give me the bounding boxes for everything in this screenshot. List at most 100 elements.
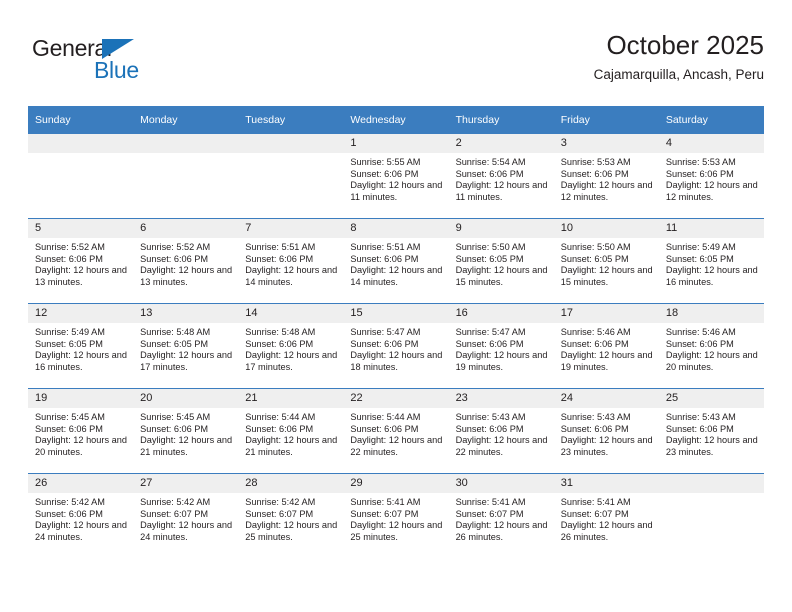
sunrise-text: Sunrise: 5:52 AM: [140, 242, 211, 252]
sunset-text: Sunset: 6:07 PM: [560, 508, 629, 519]
calendar-week-row: 19 Sunrise: 5:45 AM Sunset: 6:06 PM Dayligh…: [28, 388, 764, 474]
sunset-text: Sunset: 6:06 PM: [350, 423, 419, 434]
day-cell-inner: 8 Sunrise: 5:51 AM Sunset: 6:06 PM Daylight…: [343, 219, 449, 303]
calendar-day-cell[interactable]: 9 Sunrise: 5:50 AM Sunset: 6:05 PM Daylight…: [448, 218, 554, 304]
calendar-day-cell[interactable]: 5 Sunrise: 5:52 AM Sunset: 6:06 PM Daylight…: [28, 218, 134, 304]
day-cell-inner: 19 Sunrise: 5:45 AM Sunset: 6:06 PM Dayligh…: [28, 389, 134, 473]
sunset-text: Sunset: 6:07 PM: [140, 508, 209, 519]
calendar-day-cell[interactable]: 30 Sunrise: 5:41 AM Sunset: 6:07 PM Dayligh…: [448, 473, 554, 558]
sunrise-text: Sunrise: 5:45 AM: [140, 412, 211, 422]
sunset-text: Sunset: 6:06 PM: [560, 423, 629, 434]
calendar-day-cell[interactable]: 13 Sunrise: 5:48 AM Sunset: 6:05 PM Dayligh…: [133, 303, 239, 389]
day-number: 1: [343, 134, 449, 153]
day-number: 16: [448, 304, 554, 323]
day-details: Sunrise: 5:43 AM Sunset: 6:06 PM Daylight:…: [554, 408, 659, 458]
sunrise-text: Sunrise: 5:43 AM: [665, 412, 736, 422]
brand-name-blue: Blue: [94, 57, 139, 83]
calendar-day-cell[interactable]: 10 Sunrise: 5:50 AM Sunset: 6:05 PM Dayligh…: [553, 218, 659, 304]
calendar-day-cell[interactable]: 23 Sunrise: 5:43 AM Sunset: 6:06 PM Dayligh…: [448, 388, 554, 474]
day-details: Sunrise: 5:51 AM Sunset: 6:06 PM Daylight:…: [343, 238, 448, 288]
daylight-text: Daylight: 12 hours and 12 minutes.: [560, 180, 653, 202]
calendar-day-cell[interactable]: 3 Sunrise: 5:53 AM Sunset: 6:06 PM Daylight…: [553, 134, 659, 219]
day-number: 11: [658, 219, 764, 238]
sunset-text: Sunset: 6:06 PM: [665, 338, 734, 349]
day-details: Sunrise: 5:44 AM Sunset: 6:06 PM Daylight:…: [343, 408, 448, 458]
calendar-day-cell[interactable]: 2 Sunrise: 5:54 AM Sunset: 6:06 PM Daylight…: [448, 134, 554, 219]
day-details: Sunrise: 5:52 AM Sunset: 6:06 PM Daylight:…: [133, 238, 238, 288]
weekday-header-wednesday: Wednesday: [343, 106, 449, 134]
sunset-text: Sunset: 6:06 PM: [455, 168, 524, 179]
day-number: 23: [448, 389, 554, 408]
calendar-day-cell[interactable]: 22 Sunrise: 5:44 AM Sunset: 6:06 PM Dayligh…: [343, 388, 449, 474]
sunrise-text: Sunrise: 5:53 AM: [560, 157, 631, 167]
daylight-text: Daylight: 12 hours and 25 minutes.: [245, 520, 338, 542]
title-block: October 2025 Cajamarquilla, Ancash, Peru: [594, 28, 764, 86]
calendar-day-cell[interactable]: 1 Sunrise: 5:55 AM Sunset: 6:06 PM Daylight…: [343, 134, 449, 219]
day-cell-inner: 25 Sunrise: 5:43 AM Sunset: 6:06 PM Dayligh…: [658, 389, 764, 473]
day-number: 31: [553, 474, 659, 493]
weekday-header-tuesday: Tuesday: [238, 106, 344, 134]
day-cell-inner: 23 Sunrise: 5:43 AM Sunset: 6:06 PM Dayligh…: [448, 389, 554, 473]
day-details: Sunrise: 5:50 AM Sunset: 6:05 PM Daylight:…: [554, 238, 659, 288]
calendar-day-cell[interactable]: 15 Sunrise: 5:47 AM Sunset: 6:06 PM Dayligh…: [343, 303, 449, 389]
day-cell-inner: 14 Sunrise: 5:48 AM Sunset: 6:06 PM Dayligh…: [238, 304, 344, 388]
daylight-text: Daylight: 12 hours and 24 minutes.: [140, 520, 233, 542]
calendar-day-cell[interactable]: 16 Sunrise: 5:47 AM Sunset: 6:06 PM Dayligh…: [448, 303, 554, 389]
calendar-day-cell[interactable]: 20 Sunrise: 5:45 AM Sunset: 6:06 PM Dayligh…: [133, 388, 239, 474]
day-number: 29: [343, 474, 449, 493]
calendar-day-cell[interactable]: 19 Sunrise: 5:45 AM Sunset: 6:06 PM Dayligh…: [28, 388, 134, 474]
daylight-text: Daylight: 12 hours and 20 minutes.: [665, 350, 758, 372]
day-cell-inner: 3 Sunrise: 5:53 AM Sunset: 6:06 PM Daylight…: [553, 134, 659, 218]
calendar-day-cell[interactable]: 12 Sunrise: 5:49 AM Sunset: 6:05 PM Dayligh…: [28, 303, 134, 389]
day-cell-inner: 18 Sunrise: 5:46 AM Sunset: 6:06 PM Dayligh…: [658, 304, 764, 388]
sunrise-text: Sunrise: 5:55 AM: [350, 157, 421, 167]
daylight-text: Daylight: 12 hours and 16 minutes.: [35, 350, 127, 372]
day-details: Sunrise: 5:51 AM Sunset: 6:06 PM Daylight:…: [238, 238, 343, 288]
daylight-text: Daylight: 12 hours and 18 minutes.: [350, 350, 443, 372]
sunset-text: Sunset: 6:06 PM: [350, 338, 419, 349]
day-number: 3: [553, 134, 659, 153]
calendar-day-cell[interactable]: 29 Sunrise: 5:41 AM Sunset: 6:07 PM Dayligh…: [343, 473, 449, 558]
calendar-cell-empty: [133, 134, 239, 219]
daylight-text: Daylight: 12 hours and 17 minutes.: [245, 350, 338, 372]
day-details: Sunrise: 5:41 AM Sunset: 6:07 PM Daylight:…: [449, 493, 554, 543]
calendar-day-cell[interactable]: 8 Sunrise: 5:51 AM Sunset: 6:06 PM Daylight…: [343, 218, 449, 304]
calendar-day-cell[interactable]: 6 Sunrise: 5:52 AM Sunset: 6:06 PM Daylight…: [133, 218, 239, 304]
sunrise-text: Sunrise: 5:47 AM: [455, 327, 526, 337]
day-details: Sunrise: 5:44 AM Sunset: 6:06 PM Daylight:…: [238, 408, 343, 458]
sunset-text: Sunset: 6:05 PM: [455, 253, 524, 264]
calendar-day-cell[interactable]: 25 Sunrise: 5:43 AM Sunset: 6:06 PM Dayligh…: [658, 388, 764, 474]
daylight-text: Daylight: 12 hours and 16 minutes.: [665, 265, 758, 287]
sunrise-text: Sunrise: 5:49 AM: [35, 327, 105, 337]
calendar-day-cell[interactable]: 24 Sunrise: 5:43 AM Sunset: 6:06 PM Dayligh…: [553, 388, 659, 474]
weekday-header-saturday: Saturday: [658, 106, 764, 134]
calendar-day-cell[interactable]: 14 Sunrise: 5:48 AM Sunset: 6:06 PM Dayligh…: [238, 303, 344, 389]
day-cell-inner: [133, 134, 239, 218]
calendar-day-cell[interactable]: 11 Sunrise: 5:49 AM Sunset: 6:05 PM Dayligh…: [658, 218, 764, 304]
daylight-text: Daylight: 12 hours and 13 minutes.: [140, 265, 233, 287]
daylight-text: Daylight: 12 hours and 12 minutes.: [665, 180, 758, 202]
daylight-text: Daylight: 12 hours and 23 minutes.: [560, 435, 653, 457]
calendar-day-cell[interactable]: 26 Sunrise: 5:42 AM Sunset: 6:06 PM Dayligh…: [28, 473, 134, 558]
day-number: 21: [238, 389, 344, 408]
calendar-day-cell[interactable]: 28 Sunrise: 5:42 AM Sunset: 6:07 PM Dayligh…: [238, 473, 344, 558]
calendar-day-cell[interactable]: 27 Sunrise: 5:42 AM Sunset: 6:07 PM Dayligh…: [133, 473, 239, 558]
daylight-text: Daylight: 12 hours and 24 minutes.: [35, 520, 127, 542]
day-cell-inner: 2 Sunrise: 5:54 AM Sunset: 6:06 PM Daylight…: [448, 134, 554, 218]
sunrise-text: Sunrise: 5:52 AM: [35, 242, 105, 252]
calendar-day-cell[interactable]: 7 Sunrise: 5:51 AM Sunset: 6:06 PM Daylight…: [238, 218, 344, 304]
sunset-text: Sunset: 6:07 PM: [350, 508, 419, 519]
sunset-text: Sunset: 6:05 PM: [140, 338, 209, 349]
calendar-day-cell[interactable]: 31 Sunrise: 5:41 AM Sunset: 6:07 PM Dayligh…: [553, 473, 659, 558]
brand-logo[interactable]: General Blue: [32, 36, 232, 92]
day-number: 20: [133, 389, 239, 408]
day-number: [28, 134, 134, 153]
day-details: Sunrise: 5:55 AM Sunset: 6:06 PM Daylight:…: [343, 153, 448, 203]
calendar-day-cell[interactable]: 21 Sunrise: 5:44 AM Sunset: 6:06 PM Dayligh…: [238, 388, 344, 474]
calendar-day-cell[interactable]: 18 Sunrise: 5:46 AM Sunset: 6:06 PM Dayligh…: [658, 303, 764, 389]
calendar-day-cell[interactable]: 4 Sunrise: 5:53 AM Sunset: 6:06 PM Daylight…: [658, 134, 764, 219]
sunset-text: Sunset: 6:07 PM: [455, 508, 524, 519]
calendar-day-cell[interactable]: 17 Sunrise: 5:46 AM Sunset: 6:06 PM Dayligh…: [553, 303, 659, 389]
calendar-grid: Sunday Monday Tuesday Wednesday Thursday…: [28, 106, 764, 558]
day-details: Sunrise: 5:52 AM Sunset: 6:06 PM Daylight:…: [28, 238, 133, 288]
